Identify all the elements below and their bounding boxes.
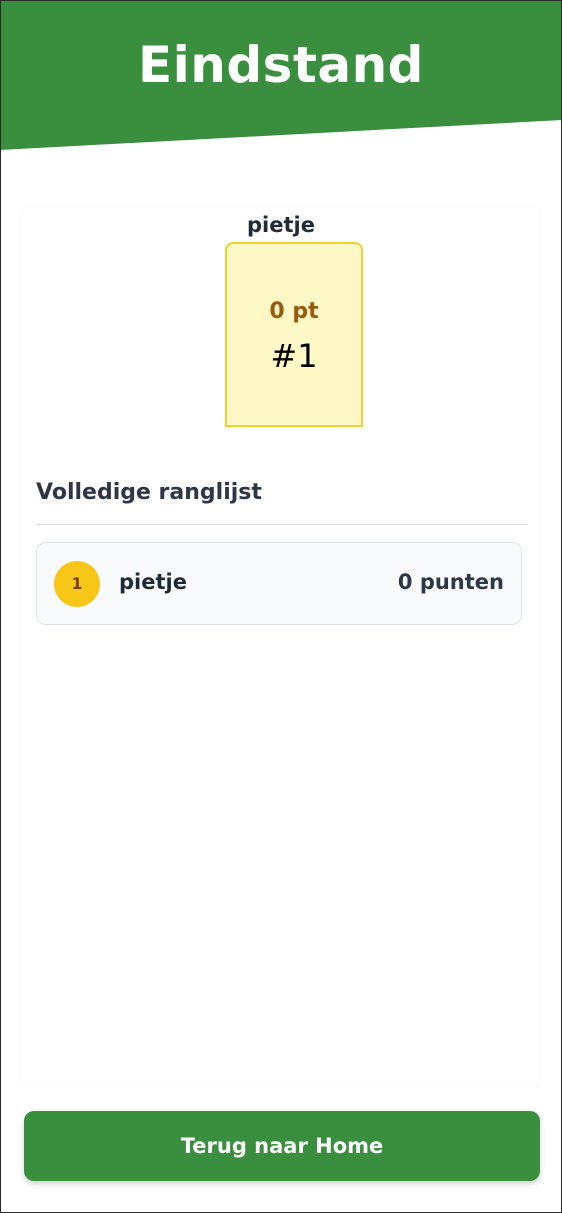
podium-first-rank: #1 [270, 337, 318, 375]
rank-badge: 1 [54, 561, 100, 607]
ranking-player-score: 0 punten [397, 570, 504, 594]
ranking-title: Volledige ranglijst [36, 480, 262, 505]
podium-first-place: 0 pt #1 [225, 242, 363, 427]
ranking-divider [36, 524, 528, 525]
podium-first-name: pietje [247, 213, 315, 237]
ranking-player-name: pietje [119, 570, 187, 594]
ranking-row: 1 pietje 0 punten [36, 542, 522, 625]
home-button[interactable]: Terug naar Home [24, 1111, 540, 1181]
podium-first-points: 0 pt [269, 299, 319, 324]
page-title: Eindstand [138, 36, 424, 94]
